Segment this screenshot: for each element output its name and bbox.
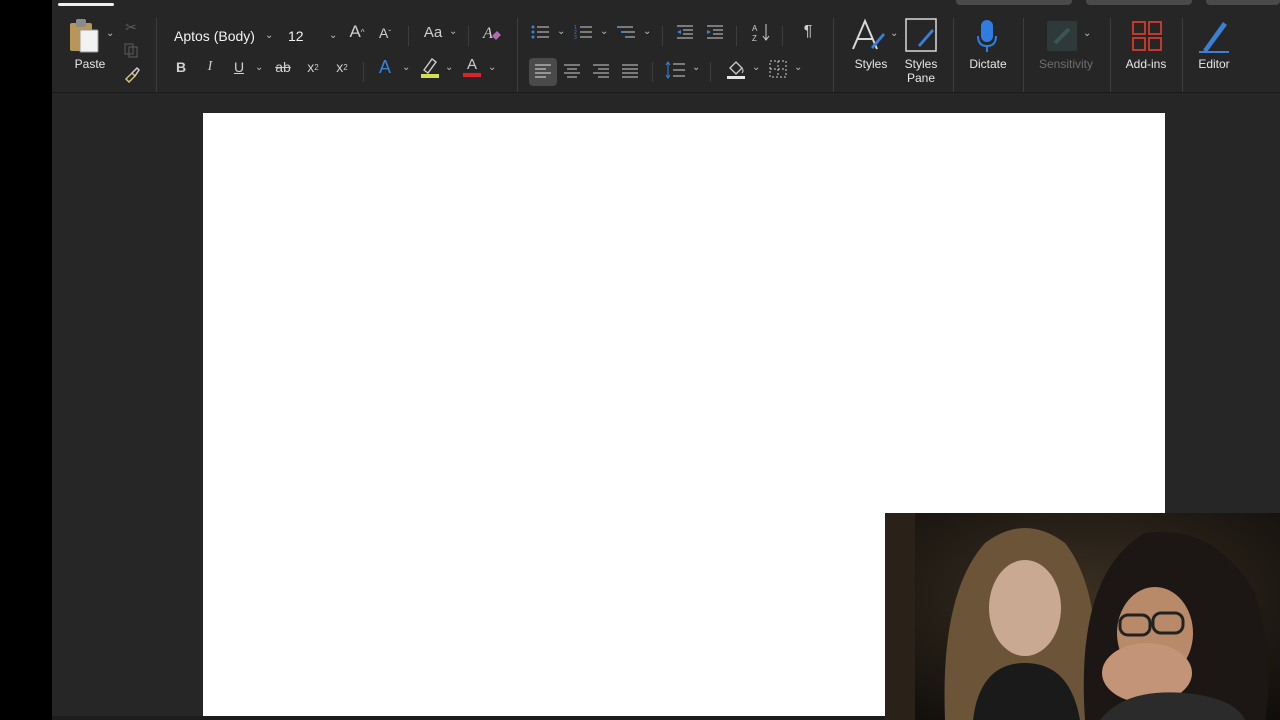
home-ribbon: ⌄ Paste ✂ Aptos (Body) ⌄ 12 ⌄ A ^ Aˇ Aa ⌄… bbox=[52, 6, 1280, 93]
group-separator bbox=[1182, 18, 1183, 92]
styles-pane-label: Styles Pane bbox=[904, 57, 938, 85]
webcam-overlay bbox=[885, 513, 1280, 720]
copy-icon[interactable] bbox=[122, 41, 140, 59]
group-separator bbox=[1023, 18, 1024, 92]
font-name-chevron-icon: ⌄ bbox=[265, 30, 274, 41]
multilevel-list-chevron-icon[interactable]: ⌄ bbox=[643, 26, 651, 37]
cut-icon[interactable]: ✂ bbox=[122, 18, 140, 36]
bullets-icon[interactable] bbox=[530, 22, 552, 42]
divider bbox=[662, 26, 663, 46]
font-color-chevron-icon[interactable]: ⌄ bbox=[488, 62, 496, 73]
divider bbox=[652, 62, 653, 82]
font-color-icon[interactable]: A bbox=[460, 54, 484, 80]
font-size-value: 12 bbox=[288, 28, 304, 44]
align-right-icon[interactable] bbox=[590, 61, 612, 81]
sensitivity-icon[interactable] bbox=[1044, 18, 1080, 54]
change-case-chevron-icon[interactable]: ⌄ bbox=[449, 26, 457, 37]
italic-button[interactable]: I bbox=[199, 56, 221, 78]
superscript-button[interactable]: x2 bbox=[331, 56, 353, 78]
underline-chevron-icon[interactable]: ⌄ bbox=[255, 62, 263, 73]
divider bbox=[363, 62, 364, 82]
shading-chevron-icon[interactable]: ⌄ bbox=[752, 62, 760, 73]
borders-icon[interactable] bbox=[766, 57, 790, 81]
numbering-chevron-icon[interactable]: ⌄ bbox=[600, 26, 608, 37]
shrink-font-icon[interactable]: Aˇ bbox=[375, 23, 395, 43]
font-name-select[interactable]: Aptos (Body) ⌄ bbox=[166, 23, 276, 49]
justify-icon[interactable] bbox=[619, 61, 641, 81]
font-size-select[interactable]: 12 ⌄ bbox=[281, 23, 341, 49]
line-spacing-icon[interactable] bbox=[664, 59, 688, 81]
show-formatting-marks-icon[interactable]: ¶ bbox=[797, 20, 819, 44]
svg-text:A: A bbox=[482, 25, 493, 42]
group-separator bbox=[156, 18, 157, 92]
change-case-icon[interactable]: Aa bbox=[420, 21, 446, 43]
align-left-icon[interactable] bbox=[532, 61, 554, 81]
text-effects-chevron-icon[interactable]: ⌄ bbox=[402, 62, 410, 73]
editor-icon[interactable] bbox=[1196, 16, 1232, 56]
group-separator bbox=[953, 18, 954, 92]
format-painter-icon[interactable] bbox=[122, 64, 142, 84]
highlight-chevron-icon[interactable]: ⌄ bbox=[445, 62, 453, 73]
numbering-icon[interactable]: 123 bbox=[573, 22, 595, 42]
left-screen-strip bbox=[0, 0, 52, 720]
titlebar-control[interactable] bbox=[1206, 0, 1280, 5]
editor-label: Editor bbox=[1198, 57, 1230, 71]
text-effects-icon[interactable]: A bbox=[374, 55, 396, 79]
clear-formatting-icon[interactable]: A bbox=[481, 20, 503, 44]
divider bbox=[710, 62, 711, 82]
svg-text:Z: Z bbox=[752, 34, 757, 42]
divider bbox=[736, 26, 737, 46]
sensitivity-label: Sensitivity bbox=[1038, 57, 1094, 71]
font-size-chevron-icon: ⌄ bbox=[329, 30, 338, 41]
dictate-label: Dictate bbox=[969, 57, 1007, 71]
underline-button[interactable]: U bbox=[228, 56, 250, 78]
styles-pane-icon[interactable] bbox=[904, 16, 938, 54]
sort-icon[interactable]: AZ bbox=[750, 20, 774, 44]
decrease-indent-icon[interactable] bbox=[674, 22, 696, 42]
strikethrough-button[interactable]: ab bbox=[270, 56, 296, 78]
increase-indent-icon[interactable] bbox=[704, 22, 726, 42]
line-spacing-chevron-icon[interactable]: ⌄ bbox=[692, 62, 700, 73]
svg-text:3: 3 bbox=[574, 35, 577, 40]
borders-chevron-icon[interactable]: ⌄ bbox=[794, 62, 802, 73]
titlebar-control[interactable] bbox=[1086, 0, 1192, 5]
bold-button[interactable]: B bbox=[170, 56, 192, 78]
microphone-icon[interactable] bbox=[972, 16, 1002, 56]
paste-label: Paste bbox=[74, 57, 106, 71]
styles-icon[interactable] bbox=[848, 16, 888, 54]
group-separator bbox=[833, 18, 834, 92]
subscript-button[interactable]: x2 bbox=[302, 56, 324, 78]
styles-chevron-icon[interactable]: ⌄ bbox=[890, 28, 898, 39]
highlight-icon[interactable] bbox=[418, 54, 442, 80]
titlebar-control[interactable] bbox=[956, 0, 1072, 5]
font-name-value: Aptos (Body) bbox=[174, 28, 255, 44]
sensitivity-chevron-icon[interactable]: ⌄ bbox=[1083, 28, 1091, 39]
grow-font-icon[interactable]: A ^ bbox=[346, 21, 368, 43]
align-center-icon[interactable] bbox=[561, 61, 583, 81]
styles-label: Styles bbox=[854, 57, 888, 71]
paste-icon[interactable] bbox=[66, 16, 102, 56]
bullets-chevron-icon[interactable]: ⌄ bbox=[557, 26, 565, 37]
add-ins-icon[interactable] bbox=[1129, 18, 1165, 54]
group-separator bbox=[517, 18, 518, 92]
paste-dropdown-chevron-icon[interactable]: ⌄ bbox=[106, 28, 114, 39]
group-separator bbox=[1110, 18, 1111, 92]
shading-icon[interactable] bbox=[724, 57, 748, 81]
divider bbox=[468, 26, 469, 46]
divider bbox=[408, 26, 409, 46]
multilevel-list-icon[interactable] bbox=[616, 22, 638, 42]
add-ins-label: Add-ins bbox=[1125, 57, 1167, 71]
svg-text:A: A bbox=[752, 24, 758, 33]
divider bbox=[782, 26, 783, 46]
